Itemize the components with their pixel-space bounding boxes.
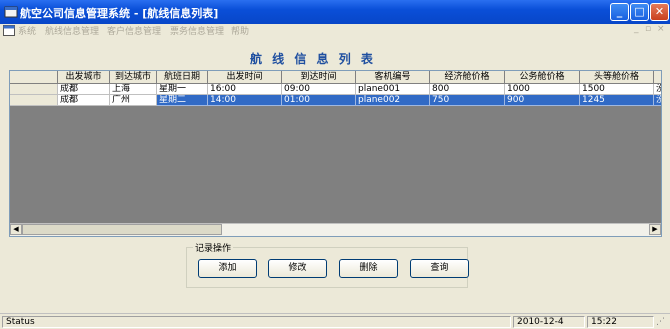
edit-button[interactable]: 修改 [268, 259, 327, 278]
title-bar: 航空公司信息管理系统 - [航线信息列表] _ □ ✕ [0, 0, 670, 24]
menu-item-help[interactable]: 帮助 [231, 24, 249, 37]
menu-item-customer-management[interactable]: 客户信息管理 [107, 24, 161, 37]
mdi-restore-icon[interactable]: ▫ [645, 24, 651, 34]
maximize-icon: □ [634, 5, 645, 18]
menu-item-route-management[interactable]: 航线信息管理 [45, 24, 99, 37]
cell-truncated[interactable]: 没 [654, 84, 661, 95]
close-icon: ✕ [654, 5, 665, 18]
app-icon [4, 6, 18, 18]
mdi-child-icon[interactable] [3, 25, 15, 36]
col-header-arrival-time[interactable]: 到达时间 [282, 71, 356, 84]
close-button[interactable]: ✕ [650, 3, 669, 21]
col-header-business-price[interactable]: 公务舱价格 [505, 71, 580, 84]
scroll-thumb[interactable] [22, 224, 222, 235]
col-header-plane-id[interactable]: 客机编号 [356, 71, 430, 84]
mdi-close-icon[interactable]: × [657, 24, 665, 34]
status-time: 15:22 [587, 316, 654, 328]
cell-arrival-time[interactable]: 01:00 [282, 95, 356, 106]
cell-economy-price[interactable]: 800 [430, 84, 505, 95]
col-header-flight-day[interactable]: 航班日期 [157, 71, 208, 84]
cell-business-price[interactable]: 900 [505, 95, 580, 106]
add-button[interactable]: 添加 [198, 259, 257, 278]
menu-item-system[interactable]: 系统 [18, 24, 36, 37]
route-list-grid[interactable]: 出发城市 到达城市 航班日期 出发时间 到达时间 客机编号 经济舱价格 公务舱价… [9, 70, 662, 237]
menu-bar: 系统 航线信息管理 客户信息管理 票务信息管理 帮助 _ ▫ × [0, 24, 670, 37]
status-bar: Status 2010-12-4 15:22 ⋰ [0, 313, 670, 329]
col-header-first-class-price[interactable]: 头等舱价格 [580, 71, 654, 84]
cell-arrival-city[interactable]: 上海 [110, 84, 157, 95]
cell-arrival-time[interactable]: 09:00 [282, 84, 356, 95]
mdi-minimize-icon[interactable]: _ [634, 24, 639, 34]
col-header-departure-city[interactable]: 出发城市 [58, 71, 110, 84]
cell-business-price[interactable]: 1000 [505, 84, 580, 95]
cell-arrival-city[interactable]: 广州 [110, 95, 157, 106]
cell-departure-city[interactable]: 成都 [58, 95, 110, 106]
row-header[interactable] [10, 84, 58, 95]
col-header-economy-price[interactable]: 经济舱价格 [430, 71, 505, 84]
cell-departure-time[interactable]: 14:00 [208, 95, 282, 106]
cell-first-class-price[interactable]: 1500 [580, 84, 654, 95]
menu-item-ticket-management[interactable]: 票务信息管理 [170, 24, 224, 37]
cell-plane-id[interactable]: plane001 [356, 84, 430, 95]
status-date: 2010-12-4 [513, 316, 585, 328]
query-button[interactable]: 查询 [410, 259, 469, 278]
delete-button[interactable]: 删除 [339, 259, 398, 278]
cell-economy-price[interactable]: 750 [430, 95, 505, 106]
group-label: 记录操作 [193, 241, 234, 254]
col-header-arrival-city[interactable]: 到达城市 [110, 71, 157, 84]
cell-departure-city[interactable]: 成都 [58, 84, 110, 95]
page-title: 航 线 信 息 列 表 [250, 52, 376, 66]
cell-first-class-price[interactable]: 1245 [580, 95, 654, 106]
minimize-icon: _ [616, 5, 623, 18]
resize-grip-icon[interactable]: ⋰ [656, 317, 665, 327]
scroll-right-arrow-icon[interactable]: ▶ [649, 224, 661, 235]
cell-flight-day[interactable]: 星期一 [157, 84, 208, 95]
window-title: 航空公司信息管理系统 - [航线信息列表] [20, 7, 219, 20]
scroll-left-arrow-icon[interactable]: ◀ [10, 224, 22, 235]
maximize-button[interactable]: □ [630, 3, 649, 21]
cell-flight-day[interactable]: 星期二 [157, 95, 208, 106]
col-header-departure-time[interactable]: 出发时间 [208, 71, 282, 84]
cell-truncated[interactable]: 没 [654, 95, 661, 106]
cell-departure-time[interactable]: 16:00 [208, 84, 282, 95]
status-text: Status [2, 316, 511, 328]
cell-plane-id[interactable]: plane002 [356, 95, 430, 106]
row-header[interactable] [10, 95, 58, 106]
col-header-truncated[interactable] [654, 71, 661, 84]
grid-corner-header [10, 71, 58, 84]
minimize-button[interactable]: _ [610, 3, 629, 21]
horizontal-scrollbar[interactable]: ◀ ▶ [10, 223, 661, 236]
